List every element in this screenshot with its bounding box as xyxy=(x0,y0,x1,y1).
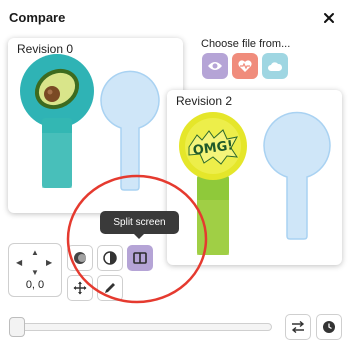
history-icon xyxy=(323,321,335,333)
placeholder-paddle xyxy=(100,70,160,191)
revision-2-images: OMG! xyxy=(179,111,331,255)
choose-file-label: Choose file from... xyxy=(201,38,291,50)
source-button-eye[interactable] xyxy=(202,53,228,79)
opacity-slider-thumb[interactable] xyxy=(9,317,25,337)
swap-icon xyxy=(291,321,305,333)
split-screen-button[interactable] xyxy=(127,245,153,271)
pencil-icon xyxy=(105,283,115,293)
position-coords: 0, 0 xyxy=(25,279,45,291)
revision-0-card[interactable]: Revision 0 xyxy=(8,38,183,213)
split-screen-icon xyxy=(133,252,147,264)
overlay-icon xyxy=(74,252,86,264)
close-icon xyxy=(324,13,334,23)
swap-button[interactable] xyxy=(285,314,311,340)
arrow-right-icon[interactable]: ▶ xyxy=(46,259,52,267)
arrow-left-icon[interactable]: ◀ xyxy=(16,259,22,267)
draw-button[interactable] xyxy=(97,275,123,301)
close-button[interactable] xyxy=(318,7,340,29)
opacity-slider-track[interactable] xyxy=(12,323,272,331)
omg-tag-image: OMG! xyxy=(179,112,247,255)
position-pad[interactable]: ▲ ◀ ▶ ▼ 0, 0 xyxy=(8,243,62,297)
history-button[interactable] xyxy=(316,314,342,340)
contrast-icon xyxy=(103,251,117,265)
contrast-button[interactable] xyxy=(97,245,123,271)
move-button[interactable] xyxy=(67,275,93,301)
avocado-tag-image xyxy=(20,54,94,188)
title-bar: Compare xyxy=(0,0,348,36)
cloud-icon xyxy=(268,61,283,71)
split-screen-tooltip: Split screen xyxy=(100,211,179,239)
revision-2-card[interactable]: Revision 2 OMG! xyxy=(167,90,342,265)
arrow-up-icon[interactable]: ▲ xyxy=(31,249,39,257)
window-title: Compare xyxy=(9,10,66,25)
overlay-button[interactable] xyxy=(67,245,93,271)
move-icon xyxy=(73,281,87,295)
eye-icon xyxy=(208,62,222,70)
revision-0-images xyxy=(20,54,160,191)
source-button-cloud[interactable] xyxy=(262,53,288,79)
placeholder-paddle xyxy=(263,111,331,240)
arrow-down-icon[interactable]: ▼ xyxy=(31,269,39,277)
heart-pulse-icon xyxy=(238,60,252,72)
source-button-heart[interactable] xyxy=(232,53,258,79)
